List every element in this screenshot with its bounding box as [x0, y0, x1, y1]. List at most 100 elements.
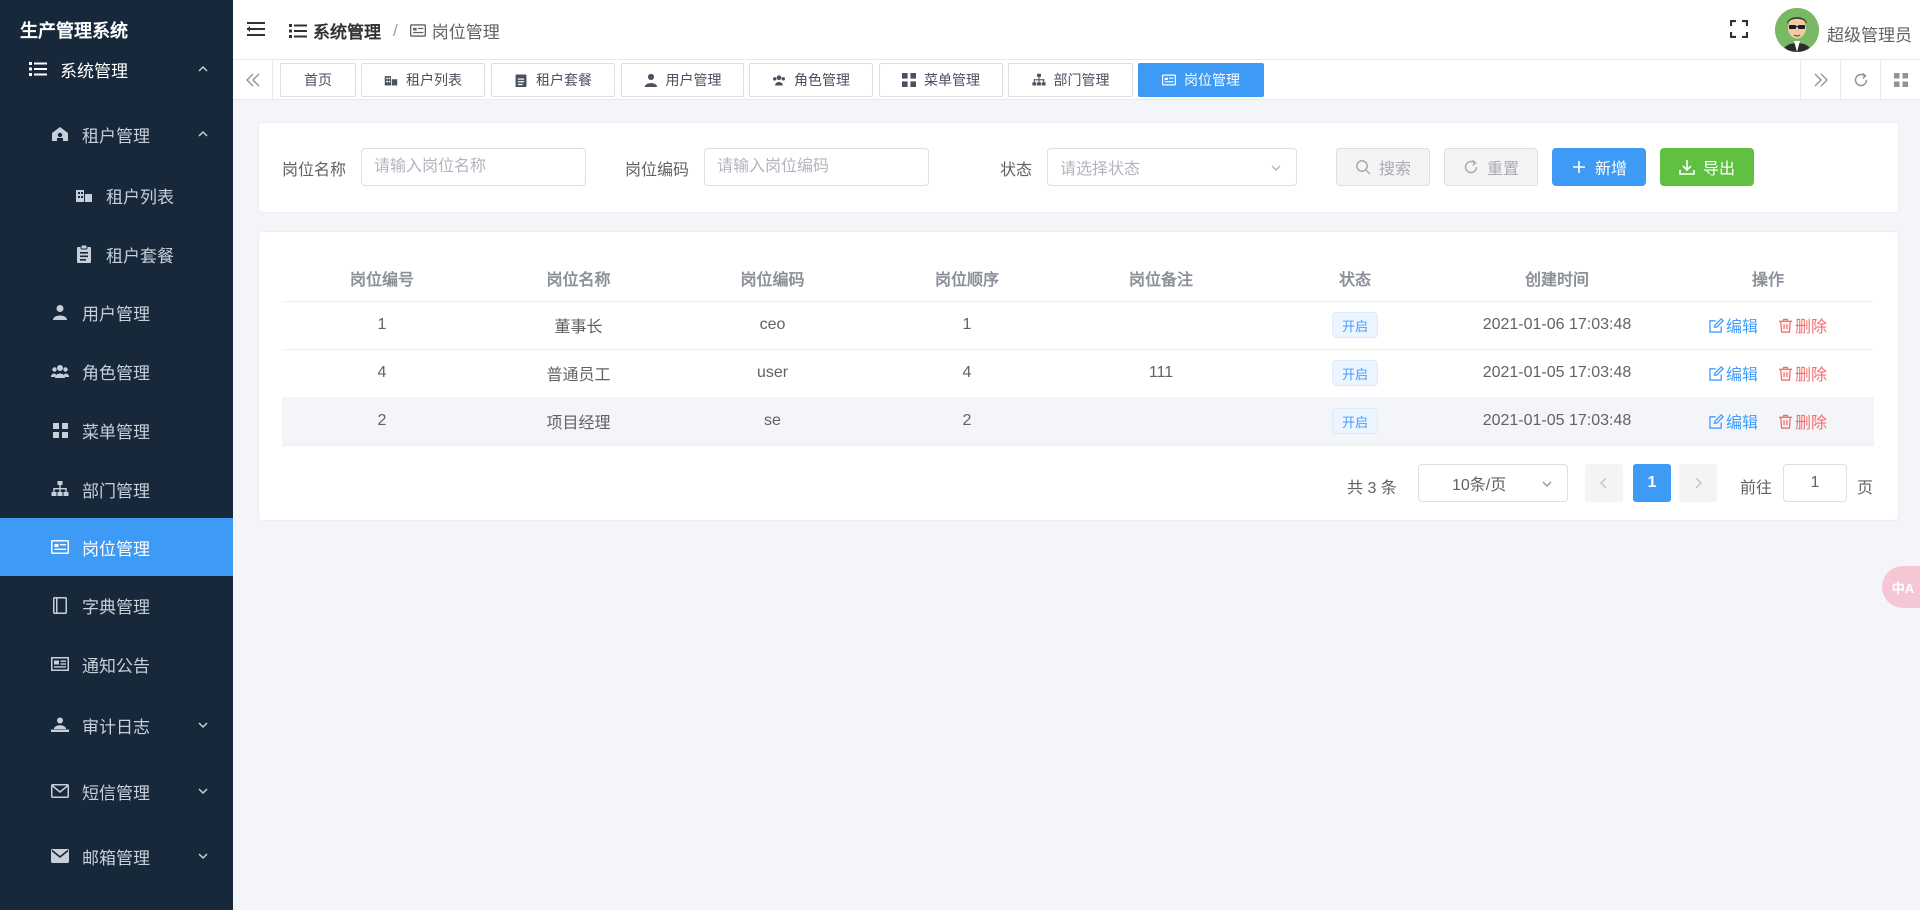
- username[interactable]: 超级管理员: [1827, 21, 1912, 46]
- col-header-post-code: 岗位编码: [740, 272, 805, 289]
- tag-tenant-package[interactable]: 租户套餐: [491, 63, 615, 97]
- cell-status: 开启: [1258, 349, 1452, 397]
- email-icon: [50, 846, 70, 866]
- breadcrumb-item-system[interactable]: 系统管理: [313, 18, 381, 43]
- edit-button[interactable]: 编辑: [1709, 313, 1758, 337]
- delete-button[interactable]: 删除: [1778, 409, 1827, 433]
- sidebar-item-user[interactable]: 用户管理: [0, 283, 233, 341]
- page-size-select[interactable]: 10条/页: [1418, 464, 1568, 502]
- status-select[interactable]: 请选择状态: [1047, 148, 1297, 186]
- sidebar-item-dict[interactable]: 字典管理: [0, 576, 233, 634]
- post-icon: [1162, 74, 1176, 86]
- sidebar-item-role[interactable]: 角色管理: [0, 342, 233, 400]
- sidebar-menu-system[interactable]: 系统管理: [0, 40, 233, 98]
- chevron-up-icon: [198, 130, 208, 137]
- col-header-post-name: 岗位名称: [546, 272, 611, 289]
- sidebar-item-label: 租户管理: [82, 126, 150, 146]
- cell-post-id: 1: [377, 316, 387, 333]
- delete-label: 删除: [1795, 415, 1828, 432]
- sidebar-item-post[interactable]: 岗位管理: [0, 518, 233, 576]
- tag-label: 用户管理: [665, 72, 722, 88]
- tag-role[interactable]: 角色管理: [749, 63, 873, 97]
- tag-menu[interactable]: 菜单管理: [879, 63, 1003, 97]
- tenant-icon: [50, 124, 70, 144]
- sidebar-item-label: 字典管理: [82, 597, 150, 617]
- grid-icon: [1893, 73, 1908, 87]
- tags-scroll-left-button[interactable]: [233, 60, 273, 100]
- add-button[interactable]: 新增: [1552, 148, 1646, 186]
- edit-button[interactable]: 编辑: [1709, 409, 1758, 433]
- plus-icon: [1572, 161, 1585, 173]
- list-icon: [289, 23, 307, 39]
- tags-scroll-right-button[interactable]: [1800, 60, 1840, 100]
- edit-label: 编辑: [1725, 367, 1758, 384]
- page-number-1[interactable]: 1: [1633, 464, 1671, 502]
- dict-icon: [50, 595, 70, 615]
- cell-post-remark: [1064, 397, 1258, 445]
- edit-icon: [1709, 317, 1724, 333]
- sidebar-item-tenant-package[interactable]: 租户套餐: [0, 225, 233, 283]
- tag-tenant-list[interactable]: 租户列表: [361, 63, 485, 97]
- hamburger-icon[interactable]: [247, 20, 265, 38]
- cell-post-name: 项目经理: [546, 415, 611, 432]
- tag-label: 首页: [304, 72, 332, 88]
- edit-button[interactable]: 编辑: [1709, 361, 1758, 385]
- post-code-input[interactable]: [704, 148, 929, 186]
- translate-widget[interactable]: 中A: [1882, 566, 1920, 608]
- cell-post-code: ceo: [759, 316, 786, 333]
- sidebar-item-tenant-list[interactable]: 租户列表: [0, 166, 233, 224]
- chevron-down-icon: [198, 722, 208, 729]
- pagination-total: 共 3 条: [1347, 480, 1397, 497]
- edit-label: 编辑: [1725, 319, 1758, 336]
- col-header-created: 创建时间: [1524, 272, 1589, 289]
- grid-icon: [902, 73, 916, 87]
- tag-post[interactable]: 岗位管理: [1138, 63, 1264, 97]
- clipboard-icon: [515, 74, 527, 87]
- sidebar-item-mail[interactable]: 邮箱管理: [0, 827, 233, 885]
- tag-user[interactable]: 用户管理: [621, 63, 744, 97]
- sidebar-item-label: 邮箱管理: [82, 848, 150, 868]
- edit-icon: [1709, 413, 1724, 429]
- cell-post-sort: 1: [962, 316, 972, 333]
- tenant-list-icon: [384, 76, 398, 86]
- cell-post-id: 2: [377, 412, 387, 429]
- cell-post-remark: [1064, 301, 1258, 349]
- tags-menu-button[interactable]: [1880, 60, 1920, 100]
- sidebar-item-audit[interactable]: 审计日志: [0, 696, 233, 754]
- search-button[interactable]: 搜索: [1336, 148, 1430, 186]
- status-select-placeholder: 请选择状态: [1060, 161, 1141, 178]
- goto-page-input[interactable]: [1783, 464, 1847, 502]
- cell-post-code: user: [756, 364, 789, 381]
- prev-page-button[interactable]: [1585, 464, 1623, 502]
- cell-created: 2021-01-05 17:03:48: [1482, 364, 1632, 381]
- refresh-button[interactable]: [1840, 60, 1880, 100]
- export-button[interactable]: 导出: [1660, 148, 1754, 186]
- reset-button-label: 重置: [1486, 161, 1519, 178]
- delete-button[interactable]: 删除: [1778, 361, 1827, 385]
- fullscreen-icon[interactable]: [1730, 20, 1748, 38]
- tag-label: 角色管理: [794, 72, 850, 88]
- chevron-right-icon: [1695, 477, 1702, 489]
- sidebar-item-dept[interactable]: 部门管理: [0, 460, 233, 518]
- next-page-button[interactable]: [1679, 464, 1717, 502]
- sidebar-item-sms[interactable]: 短信管理: [0, 762, 233, 820]
- reset-button[interactable]: 重置: [1444, 148, 1538, 186]
- sidebar-item-menu[interactable]: 菜单管理: [0, 401, 233, 459]
- tag-dept[interactable]: 部门管理: [1008, 63, 1133, 97]
- sidebar-item-label: 角色管理: [82, 363, 150, 383]
- refresh-icon: [1464, 159, 1478, 174]
- search-icon: [1356, 160, 1371, 175]
- notice-icon: [50, 654, 70, 674]
- cell-actions: 编辑 删除: [1662, 397, 1874, 445]
- post-code-label: 岗位编码: [625, 162, 690, 179]
- tag-home[interactable]: 首页: [280, 63, 356, 97]
- search-button-label: 搜索: [1378, 161, 1411, 178]
- trash-icon: [1778, 318, 1793, 333]
- avatar[interactable]: [1775, 8, 1819, 52]
- sidebar-item-notice[interactable]: 通知公告: [0, 635, 233, 693]
- delete-button[interactable]: 删除: [1778, 313, 1827, 337]
- post-name-input[interactable]: [361, 148, 586, 186]
- table-divider: [282, 445, 1874, 446]
- sidebar: 生产管理系统 系统管理 租户管理 租户列表 租户套餐 用户管理 角色管理 菜单管…: [0, 0, 233, 910]
- sidebar-item-tenant[interactable]: 租户管理: [0, 105, 233, 163]
